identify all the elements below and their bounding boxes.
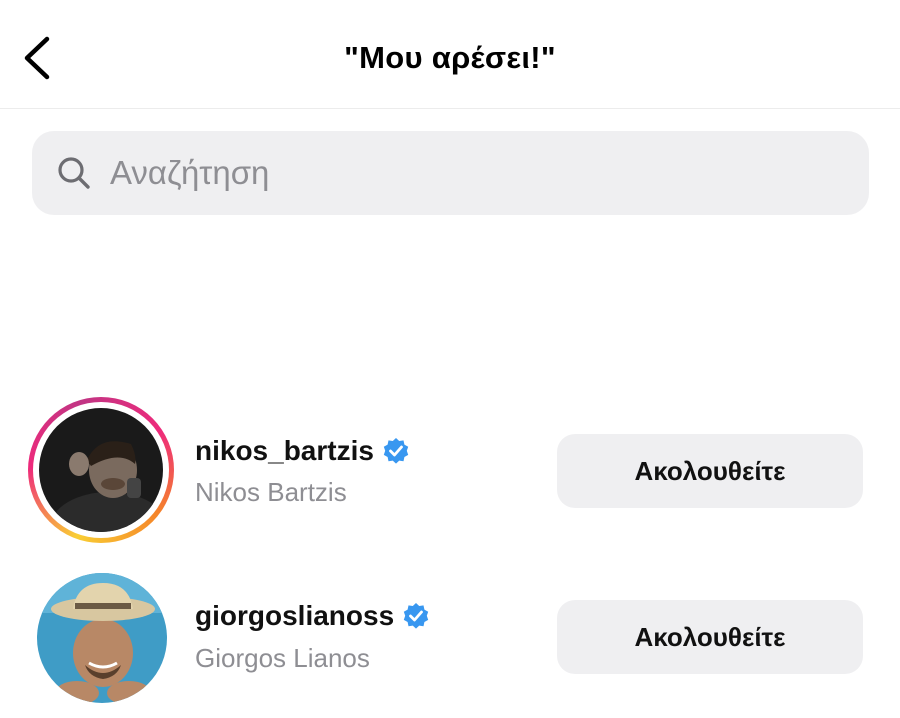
list-item[interactable]: giorgoslianoss Giorgos Lianos Ακολουθείτ… [0, 568, 900, 718]
full-name: Giorgos Lianos [195, 643, 370, 673]
avatar[interactable] [39, 408, 163, 532]
top-bar: "Μου αρέσει!" [0, 0, 900, 109]
following-button[interactable]: Ακολουθείτε [557, 600, 863, 674]
story-ring[interactable] [28, 397, 174, 543]
full-name: Nikos Bartzis [195, 477, 347, 507]
search-input[interactable] [108, 153, 762, 193]
search-icon [54, 153, 94, 193]
following-button[interactable]: Ακολουθείτε [557, 434, 863, 508]
verified-badge-icon [402, 602, 430, 630]
avatar[interactable] [37, 573, 167, 703]
username[interactable]: nikos_bartzis [195, 435, 410, 467]
page-title: "Μου αρέσει!" [344, 40, 556, 75]
username[interactable]: giorgoslianoss [195, 600, 430, 632]
verified-badge-icon [382, 437, 410, 465]
search-bar[interactable] [32, 131, 869, 215]
list-item[interactable]: nikos_bartzis Nikos Bartzis Ακολουθείτε [0, 397, 900, 547]
